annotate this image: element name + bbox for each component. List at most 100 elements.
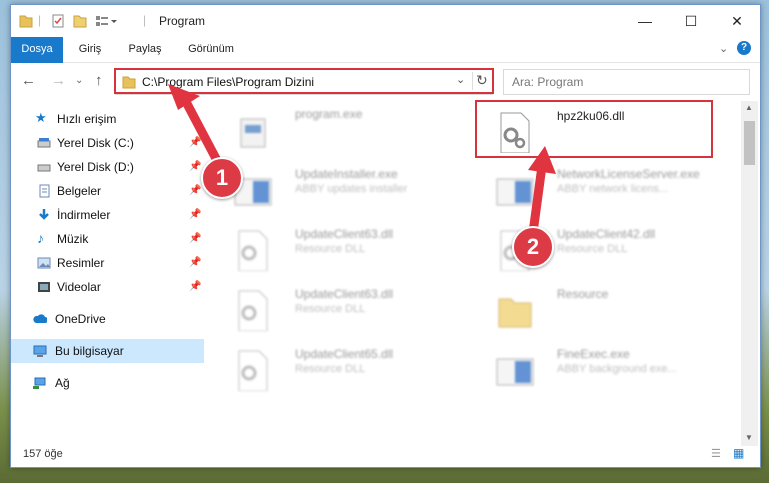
pin-icon: 📌	[189, 233, 202, 244]
exe-icon	[240, 118, 266, 148]
customize-quick-access-icon[interactable]	[95, 13, 117, 29]
nav-label: Belgeler	[57, 184, 102, 198]
nav-item-downloads[interactable]: İndirmeler 📌	[11, 203, 204, 227]
file-description: ABBY updates installer	[295, 183, 408, 195]
file-name: Resource	[557, 287, 609, 301]
navigation-pane: ★ Hızlı erişim Yerel Disk (C:) 📌 Yerel D…	[11, 101, 207, 441]
file-description: Resource DLL	[295, 363, 366, 375]
file-name: UpdateClient63.dll	[295, 227, 394, 241]
star-icon: ★	[35, 110, 47, 125]
up-icon[interactable]: ↑	[95, 72, 103, 89]
separator: |	[143, 13, 147, 27]
file-item[interactable]: UpdateClient65.dll Resource DLL	[227, 343, 472, 399]
tab-home[interactable]: Giriş	[63, 37, 117, 62]
nav-label: Videolar	[57, 280, 101, 294]
status-bar: 157 öğe ☰ ▦	[11, 442, 760, 467]
file-name: FineExec.exe	[557, 347, 630, 361]
separator: |	[38, 13, 42, 27]
file-name: UpdateClient42.dll	[557, 227, 656, 241]
file-item[interactable]: UpdateClient63.dll Resource DLL	[227, 223, 472, 279]
file-item[interactable]: program.exe	[227, 103, 472, 159]
item-count: 157 öğe	[23, 448, 63, 460]
nav-item-onedrive[interactable]: OneDrive	[11, 307, 204, 331]
pictures-icon	[37, 257, 51, 269]
file-description: Resource DLL	[295, 243, 366, 255]
expand-ribbon-icon[interactable]: ⌄	[719, 42, 728, 55]
search-placeholder: Ara: Program	[512, 75, 584, 89]
nav-item-music[interactable]: ♪ Müzik 📌	[11, 227, 204, 251]
file-name: UpdateClient63.dll	[295, 287, 394, 301]
back-icon[interactable]: ←	[21, 72, 36, 89]
scroll-down-icon[interactable]: ▼	[745, 433, 753, 442]
file-name: NetworkLicenseServer.exe	[557, 167, 700, 181]
file-item[interactable]: FineExec.exe ABBY background exe...	[489, 343, 734, 399]
tab-view[interactable]: Görünüm	[173, 37, 249, 62]
close-button[interactable]: ✕	[714, 5, 760, 37]
nav-item-this-pc[interactable]: Bu bilgisayar	[11, 339, 204, 363]
nav-item-documents[interactable]: Belgeler 📌	[11, 179, 204, 203]
dll-gear-icon	[238, 290, 268, 331]
download-icon	[39, 209, 49, 220]
minimize-button[interactable]: —	[622, 5, 668, 37]
nav-item-network[interactable]: Ağ	[11, 371, 204, 395]
nav-item-disk-d[interactable]: Yerel Disk (D:) 📌	[11, 155, 204, 179]
hard-drive-icon	[37, 138, 51, 148]
nav-label: Müzik	[57, 232, 89, 246]
file-description: Resource DLL	[557, 243, 628, 255]
tab-share[interactable]: Paylaş	[117, 37, 173, 62]
recent-locations-icon[interactable]: ⌄	[75, 75, 83, 86]
dll-gear-icon	[238, 350, 268, 391]
hard-drive-icon	[37, 164, 51, 172]
file-item[interactable]: UpdateClient63.dll Resource DLL	[227, 283, 472, 339]
pin-icon: 📌	[189, 137, 202, 148]
file-description: Resource DLL	[295, 303, 366, 315]
dll-gear-icon	[238, 230, 268, 271]
pin-icon: 📌	[189, 281, 202, 292]
file-name: program.exe	[295, 107, 363, 121]
nav-item-pictures[interactable]: Resimler 📌	[11, 251, 204, 275]
large-icons-view-icon[interactable]: ▦	[733, 446, 744, 460]
title-bar: | | Program — ☐ ✕	[11, 5, 760, 37]
nav-label: Bu bilgisayar	[55, 344, 124, 358]
file-item[interactable]: UpdateInstaller.exe ABBY updates install…	[227, 163, 472, 219]
vertical-scrollbar[interactable]: ▲ ▼	[741, 101, 758, 446]
window-title: Program	[159, 14, 206, 28]
scroll-thumb[interactable]	[744, 121, 755, 165]
details-view-icon[interactable]: ☰	[711, 447, 721, 460]
file-description: ABBY background exe...	[557, 363, 677, 375]
pin-icon: 📌	[189, 185, 202, 196]
file-item[interactable]: NetworkLicenseServer.exe ABBY network li…	[489, 163, 734, 219]
step-badge-2: 2	[512, 226, 554, 268]
properties-icon[interactable]	[51, 13, 65, 29]
folder-icon	[19, 15, 33, 28]
nav-label: Ağ	[55, 376, 70, 390]
nav-label: İndirmeler	[57, 208, 111, 222]
installer-icon	[496, 358, 534, 386]
nav-item-videos[interactable]: Videolar 📌	[11, 275, 204, 299]
new-folder-icon[interactable]	[73, 13, 87, 29]
search-box[interactable]: Ara: Program	[503, 69, 750, 95]
nav-label: OneDrive	[55, 312, 106, 326]
file-highlight	[475, 100, 713, 158]
ribbon-tabs: Dosya Giriş Paylaş Görünüm ⌄ ?	[11, 37, 760, 93]
help-icon[interactable]: ?	[737, 41, 751, 55]
cloud-icon	[33, 314, 47, 323]
explorer-window: | | Program — ☐ ✕ Dosya Giriş Paylaş Gör…	[10, 4, 761, 468]
forward-icon[interactable]: →	[51, 72, 66, 89]
nav-label: Yerel Disk (D:)	[57, 160, 134, 174]
video-icon	[38, 282, 50, 292]
scroll-up-icon[interactable]: ▲	[745, 103, 753, 112]
pin-icon: 📌	[189, 257, 202, 268]
address-highlight	[114, 68, 494, 94]
computer-icon	[33, 345, 47, 357]
network-icon	[33, 377, 46, 389]
file-item[interactable]: Resource	[489, 283, 734, 339]
nav-item-quick-access[interactable]: ★ Hızlı erişim	[11, 107, 204, 131]
nav-item-disk-c[interactable]: Yerel Disk (C:) 📌	[11, 131, 204, 155]
installer-icon	[496, 178, 534, 206]
file-description: ABBY network licens...	[557, 183, 669, 195]
nav-label: Resimler	[57, 256, 105, 270]
folder-icon	[498, 298, 532, 328]
maximize-button[interactable]: ☐	[668, 5, 714, 37]
file-name: UpdateInstaller.exe	[295, 167, 398, 181]
